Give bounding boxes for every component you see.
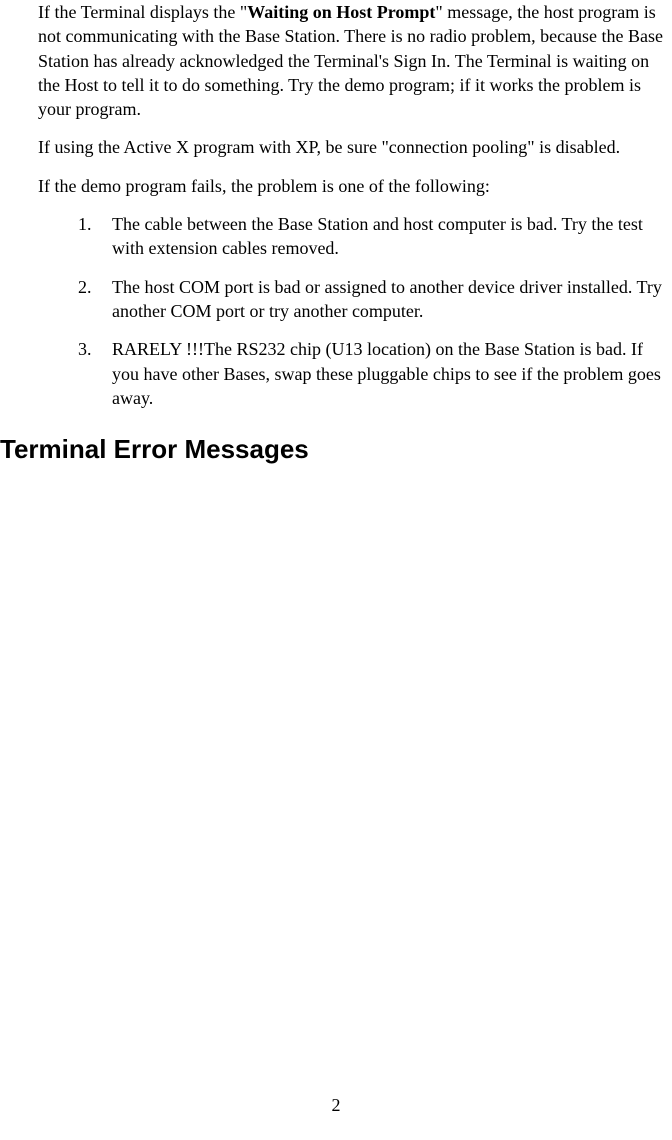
- section-heading: Terminal Error Messages: [0, 434, 672, 465]
- page-number: 2: [0, 1095, 672, 1116]
- ordered-list: 1. The cable between the Base Station an…: [38, 212, 672, 410]
- document-body: If the Terminal displays the "Waiting on…: [38, 0, 672, 465]
- list-number: 1.: [78, 212, 112, 261]
- list-item: 3. RARELY !!!The RS232 chip (U13 locatio…: [78, 337, 670, 410]
- paragraph-1: If the Terminal displays the "Waiting on…: [38, 0, 672, 121]
- list-item: 1. The cable between the Base Station an…: [78, 212, 670, 261]
- list-text: The host COM port is bad or assigned to …: [112, 275, 670, 324]
- list-text: The cable between the Base Station and h…: [112, 212, 670, 261]
- para1-bold: Waiting on Host Prompt: [247, 2, 435, 22]
- list-text: RARELY !!!The RS232 chip (U13 location) …: [112, 337, 670, 410]
- list-item: 2. The host COM port is bad or assigned …: [78, 275, 670, 324]
- para1-pre: If the Terminal displays the ": [38, 2, 247, 22]
- paragraph-3: If the demo program fails, the problem i…: [38, 174, 672, 198]
- paragraph-2: If using the Active X program with XP, b…: [38, 135, 672, 159]
- list-number: 2.: [78, 275, 112, 324]
- list-number: 3.: [78, 337, 112, 410]
